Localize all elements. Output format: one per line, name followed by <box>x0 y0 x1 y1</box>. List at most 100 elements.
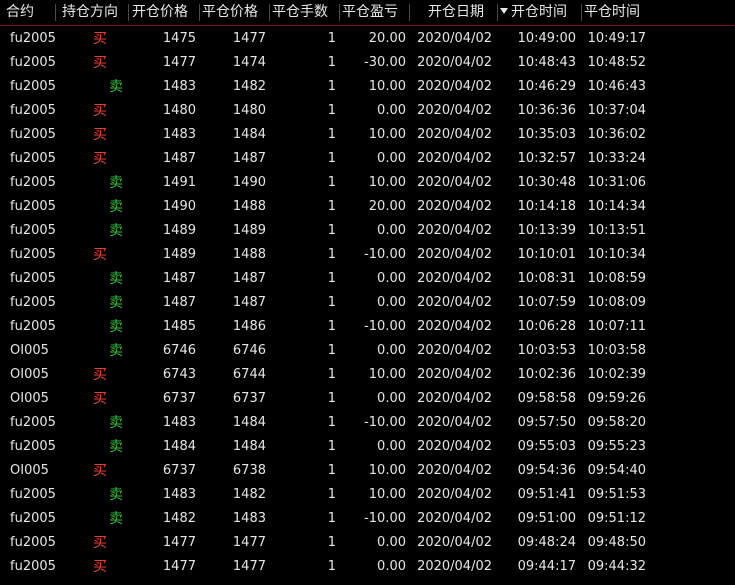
table-row[interactable]: fu2005 买 1477 1477 1 0.00 2020/04/02 09:44:17 09… <box>0 555 735 579</box>
cell-quantity: 1 <box>327 199 336 214</box>
table-row[interactable]: OI005 买 6743 6744 1 10.00 2020/04/02 10:02:36 10… <box>0 363 735 387</box>
cell-open-time: 09:48:24 <box>517 535 576 550</box>
col-header-pnl[interactable]: 平仓盈亏 <box>342 0 410 25</box>
table-row[interactable]: fu2005 卖 1490 1488 1 20.00 2020/04/02 10:14:18 1… <box>0 195 735 219</box>
cell-open-time: 10:07:59 <box>517 295 576 310</box>
table-row[interactable]: fu2005 卖 1483 1482 1 10.00 2020/04/02 09:51:41 0… <box>0 483 735 507</box>
table-row[interactable]: fu2005 卖 1487 1487 1 0.00 2020/04/02 10:07:59 10… <box>0 291 735 315</box>
cell-open-date: 2020/04/02 <box>417 559 492 574</box>
cell-close-time: 10:31:06 <box>587 175 646 190</box>
cell-contract: fu2005 <box>10 271 56 286</box>
table-row[interactable]: fu2005 买 1489 1488 1 -10.00 2020/04/02 10:10:01… <box>0 243 735 267</box>
cell-open-time: 10:46:29 <box>517 79 576 94</box>
cell-close-price: 1487 <box>232 271 266 286</box>
table-row[interactable]: fu2005 卖 1485 1486 1 -10.00 2020/04/02 10:06:28… <box>0 315 735 339</box>
cell-quantity: 1 <box>327 55 336 70</box>
cell-open-date: 2020/04/02 <box>417 55 492 70</box>
cell-open-time: 10:10:01 <box>517 247 576 262</box>
cell-pnl: 20.00 <box>368 31 406 46</box>
cell-quantity: 1 <box>327 511 336 526</box>
col-header-open-time[interactable]: 开仓时间 <box>500 0 582 25</box>
table-row[interactable]: fu2005 卖 1482 1483 1 -10.00 2020/04/02 09:51:00… <box>0 507 735 531</box>
cell-pnl: -10.00 <box>364 247 406 262</box>
cell-pnl: 0.00 <box>377 439 406 454</box>
cell-pnl: 10.00 <box>368 463 406 478</box>
cell-close-time: 09:51:12 <box>587 511 646 526</box>
cell-open-date: 2020/04/02 <box>417 511 492 526</box>
cell-close-time: 10:02:39 <box>587 367 646 382</box>
table-row[interactable]: fu2005 卖 1484 1484 1 0.00 2020/04/02 09:55:03 09… <box>0 435 735 459</box>
cell-contract: fu2005 <box>10 487 56 502</box>
cell-pnl: -10.00 <box>364 319 406 334</box>
cell-open-date: 2020/04/02 <box>417 151 492 166</box>
cell-close-price: 6737 <box>232 391 266 406</box>
cell-open-price: 1483 <box>162 487 196 502</box>
cell-pnl: 0.00 <box>377 343 406 358</box>
cell-close-time: 10:36:02 <box>587 127 646 142</box>
cell-contract: fu2005 <box>10 151 56 166</box>
cell-close-price: 1480 <box>232 103 266 118</box>
table-row[interactable]: fu2005 卖 1489 1489 1 0.00 2020/04/02 10:13:39 10… <box>0 219 735 243</box>
cell-open-time: 09:51:00 <box>517 511 576 526</box>
col-header-open-date[interactable]: 开仓日期 <box>412 0 498 25</box>
cell-open-price: 1483 <box>162 415 196 430</box>
col-header-open-price[interactable]: 开仓价格 <box>132 0 200 25</box>
table-row[interactable]: fu2005 买 1483 1484 1 10.00 2020/04/02 10:35:03 1… <box>0 123 735 147</box>
table-row[interactable]: OI005 卖 6746 6746 1 0.00 2020/04/02 10:03:53 10:… <box>0 339 735 363</box>
table-row[interactable]: OI005 买 6737 6738 1 10.00 2020/04/02 09:54:36 09… <box>0 459 735 483</box>
cell-close-price: 1482 <box>232 79 266 94</box>
cell-open-price: 1477 <box>162 559 196 574</box>
table-row[interactable]: fu2005 买 1480 1480 1 0.00 2020/04/02 10:36:36 10… <box>0 99 735 123</box>
cell-close-time: 09:44:32 <box>587 559 646 574</box>
table-row[interactable]: fu2005 买 1487 1487 1 0.00 2020/04/02 10:32:57 10… <box>0 147 735 171</box>
cell-pnl: 0.00 <box>377 295 406 310</box>
col-header-direction[interactable]: 持仓方向 <box>62 0 129 25</box>
col-header-contract[interactable]: 合约 <box>6 0 56 25</box>
col-header-quantity[interactable]: 平仓手数 <box>272 0 340 25</box>
cell-direction: 买 <box>93 535 107 551</box>
cell-contract: fu2005 <box>10 103 56 118</box>
cell-quantity: 1 <box>327 559 336 574</box>
cell-close-price: 1487 <box>232 151 266 166</box>
col-header-quantity-label: 平仓手数 <box>272 4 328 20</box>
cell-open-price: 1489 <box>162 223 196 238</box>
cell-contract: fu2005 <box>10 415 56 430</box>
cell-close-price: 1487 <box>232 295 266 310</box>
cell-open-time: 10:14:18 <box>517 199 576 214</box>
cell-pnl: 0.00 <box>377 559 406 574</box>
table-row[interactable]: fu2005 卖 1483 1484 1 -10.00 2020/04/02 09:57:50… <box>0 411 735 435</box>
table-row[interactable]: fu2005 买 1477 1474 1 -30.00 2020/04/02 10:48:43… <box>0 51 735 75</box>
cell-open-date: 2020/04/02 <box>417 463 492 478</box>
cell-close-time: 09:51:53 <box>587 487 646 502</box>
cell-quantity: 1 <box>327 319 336 334</box>
cell-open-time: 10:03:53 <box>517 343 576 358</box>
cell-open-date: 2020/04/02 <box>417 487 492 502</box>
cell-open-time: 10:13:39 <box>517 223 576 238</box>
cell-quantity: 1 <box>327 367 336 382</box>
table-row[interactable]: OI005 买 6737 6737 1 0.00 2020/04/02 09:58:58 09:… <box>0 387 735 411</box>
table-row[interactable]: fu2005 卖 1487 1487 1 0.00 2020/04/02 10:08:31 10… <box>0 267 735 291</box>
cell-close-time: 10:08:09 <box>587 295 646 310</box>
col-header-close-price[interactable]: 平仓价格 <box>202 0 270 25</box>
cell-pnl: 0.00 <box>377 223 406 238</box>
cell-open-price: 1490 <box>162 199 196 214</box>
cell-close-time: 09:54:40 <box>587 463 646 478</box>
cell-pnl: 10.00 <box>368 487 406 502</box>
cell-open-time: 09:44:17 <box>517 559 576 574</box>
col-header-close-time[interactable]: 平仓时间 <box>584 0 654 25</box>
cell-open-price: 1485 <box>162 319 196 334</box>
cell-quantity: 1 <box>327 391 336 406</box>
cell-contract: fu2005 <box>10 511 56 526</box>
cell-close-time: 10:49:17 <box>587 31 646 46</box>
cell-open-time: 09:58:58 <box>517 391 576 406</box>
cell-direction: 卖 <box>109 295 123 311</box>
table-row[interactable]: fu2005 买 1475 1477 1 20.00 2020/04/02 10:49:00 1… <box>0 27 735 51</box>
table-row[interactable]: fu2005 卖 1483 1482 1 10.00 2020/04/02 10:46:29 1… <box>0 75 735 99</box>
cell-pnl: -30.00 <box>364 55 406 70</box>
cell-open-price: 1487 <box>162 295 196 310</box>
cell-open-date: 2020/04/02 <box>417 439 492 454</box>
cell-quantity: 1 <box>327 103 336 118</box>
table-row[interactable]: fu2005 买 1477 1477 1 0.00 2020/04/02 09:48:24 09… <box>0 531 735 555</box>
table-row[interactable]: fu2005 卖 1491 1490 1 10.00 2020/04/02 10:30:48 1… <box>0 171 735 195</box>
cell-quantity: 1 <box>327 175 336 190</box>
